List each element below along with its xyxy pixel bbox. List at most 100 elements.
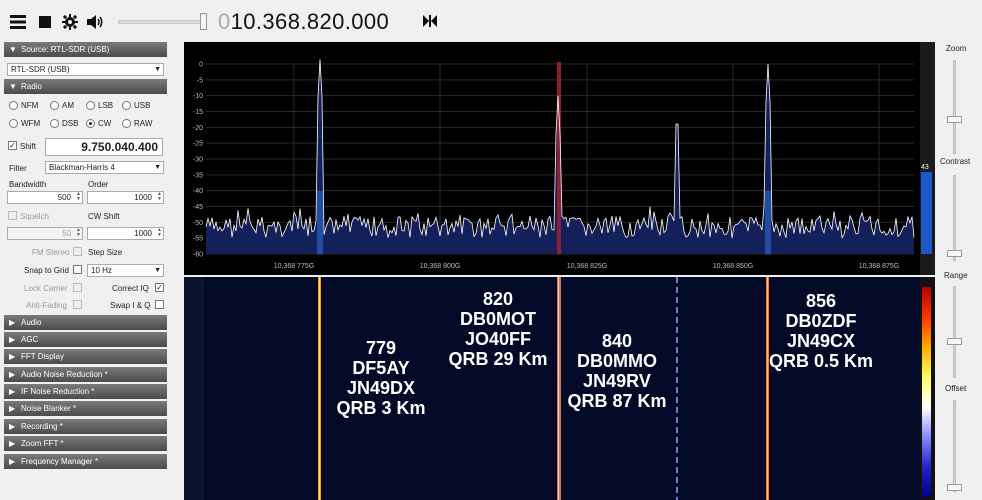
mode-wfm-radio[interactable]: WFM: [9, 119, 40, 128]
spectrum-x-tick: 10,368 875G: [859, 263, 899, 270]
order-input[interactable]: 1000 ▲ ▼: [87, 191, 164, 204]
zoom-label: Zoom: [946, 44, 967, 53]
source-section-header[interactable]: ▼ Source: RTL-SDR (USB): [4, 42, 167, 57]
mode-am-radio[interactable]: AM: [50, 101, 74, 110]
swap-icon[interactable]: [423, 14, 437, 30]
fm-stereo-label: FM Stereo: [32, 248, 70, 257]
snap-to-grid-label: Snap to Grid: [24, 266, 69, 275]
waterfall-color-gradient: [922, 287, 931, 497]
mode-cw-radio[interactable]: CW: [86, 119, 111, 128]
range-label: Range: [944, 271, 968, 280]
spectrum-y-tick: -35: [193, 172, 203, 179]
mode-lsb-radio[interactable]: LSB: [86, 101, 113, 110]
agc-section-header[interactable]: ▶ AGC: [4, 332, 167, 347]
spectrum-y-tick: -5: [197, 77, 203, 84]
step-size-label: Step Size: [88, 248, 123, 257]
spectrum-y-tick: -20: [193, 125, 203, 132]
range-slider-track[interactable]: [953, 286, 956, 378]
spectrum-x-tick: 10,368 825G: [567, 263, 607, 270]
spectrum-peak-glow: [765, 190, 771, 254]
fft-display-section-header[interactable]: ▶ FFT Display: [4, 349, 167, 364]
contrast-slider-thumb[interactable]: [947, 250, 962, 257]
spectrum-y-tick: -30: [193, 157, 203, 164]
waterfall-trace-779-core: [319, 277, 320, 500]
offset-slider-track[interactable]: [953, 400, 956, 492]
fm-stereo-checkbox[interactable]: [73, 247, 82, 256]
bandwidth-input[interactable]: 500 ▲ ▼: [7, 191, 83, 204]
hamburger-menu-icon[interactable]: [8, 12, 28, 32]
spectrum-y-tick: -60: [193, 252, 203, 259]
swap-iq-checkbox[interactable]: [155, 300, 164, 309]
spectrum-y-tick: -50: [193, 220, 203, 227]
offset-slider-thumb[interactable]: [947, 484, 962, 491]
source-device-select[interactable]: RTL-SDR (USB) ▼: [7, 63, 164, 76]
contrast-label: Contrast: [940, 157, 971, 166]
contrast-slider-track[interactable]: [953, 175, 956, 261]
squelch-label: Squelch: [20, 212, 49, 221]
shift-checkbox[interactable]: ✓: [8, 141, 17, 150]
shift-label: Shift: [20, 142, 37, 151]
anti-fading-label: Anti-Fading: [26, 301, 67, 310]
mode-raw-radio[interactable]: RAW: [122, 119, 152, 128]
cw-shift-input[interactable]: 1000 ▲ ▼: [87, 227, 164, 240]
lock-carrier-label: Lock Carrier: [24, 284, 68, 293]
toolbar: 010.368.820.000: [0, 0, 982, 42]
correct-iq-label: Correct IQ: [112, 284, 149, 293]
zoom-slider-thumb[interactable]: [947, 116, 962, 123]
gear-icon[interactable]: [60, 12, 80, 32]
anti-fading-checkbox[interactable]: [73, 300, 82, 309]
bandwidth-label: Bandwidth: [9, 180, 47, 189]
radio-section-header[interactable]: ▼ Radio: [4, 79, 167, 94]
mode-dsb-radio[interactable]: DSB: [50, 119, 78, 128]
range-slider-thumb[interactable]: [947, 338, 962, 345]
snap-to-grid-checkbox[interactable]: [73, 265, 82, 274]
level-meter-value: 43: [921, 164, 929, 171]
order-label: Order: [88, 180, 109, 189]
correct-iq-checkbox[interactable]: ✓: [155, 283, 164, 292]
spectrum-x-tick: 10,368 850G: [713, 263, 753, 270]
mode-nfm-radio[interactable]: NFM: [9, 101, 38, 110]
spectrum-peak-glow: [317, 190, 323, 254]
frequency-display[interactable]: 010.368.820.000: [218, 9, 389, 35]
filter-select[interactable]: Blackman-Harris 4 ▼: [45, 161, 164, 174]
spectrum-x-tick: 10,368 800G: [420, 263, 460, 270]
audio-section-header[interactable]: ▶ Audio: [4, 315, 167, 330]
level-meter-fill: [921, 172, 932, 254]
frequency-manager-section-header[interactable]: ▶ Frequency Manager *: [4, 454, 167, 469]
waterfall-annotation-840: 840 DB0MMO JN49RV QRB 87 Km: [567, 331, 667, 411]
step-size-select[interactable]: 10 Hz ▼: [87, 264, 164, 277]
spectrum-y-tick: -40: [193, 188, 203, 195]
waterfall-annotation-820: 820 DB0MOT JO40FF QRB 29 Km: [448, 289, 548, 369]
offset-label: Offset: [945, 384, 967, 393]
squelch-checkbox[interactable]: [8, 211, 17, 220]
spectrum-y-tick: -45: [193, 204, 203, 211]
squelch-input[interactable]: 50 ▲ ▼: [7, 227, 83, 240]
spectrum-y-tick: 0: [199, 62, 203, 69]
zoom-fft-section-header[interactable]: ▶ Zoom FFT *: [4, 436, 167, 451]
waterfall-annotation-856: 856 DB0ZDF JN49CX QRB 0.5 Km: [768, 291, 874, 371]
recording-section-header[interactable]: ▶ Recording *: [4, 419, 167, 434]
spectrum-y-tick: -10: [193, 93, 203, 100]
spectrum-plot: 0 -5 -10 -15 -20 -25 -30 -35 -40 -45 -50 -55 -60 10,3…: [193, 59, 915, 270]
spectrum-y-tick: -25: [193, 141, 203, 148]
lock-carrier-checkbox[interactable]: [73, 283, 82, 292]
zoom-slider-track[interactable]: [953, 60, 956, 154]
speaker-icon[interactable]: [86, 12, 106, 32]
mode-usb-radio[interactable]: USB: [122, 101, 150, 110]
audio-noise-reduction-section-header[interactable]: ▶ Audio Noise Reduction *: [4, 367, 167, 382]
shift-frequency-input[interactable]: 9.750.040.400: [45, 138, 163, 156]
spectrum-y-tick: -15: [193, 109, 203, 116]
volume-slider-thumb[interactable]: [200, 13, 207, 30]
volume-slider-track[interactable]: [118, 20, 206, 24]
filter-label: Filter: [9, 164, 27, 173]
spectrum-x-tick: 10,368 775G: [274, 263, 314, 270]
stop-icon[interactable]: [35, 12, 55, 32]
waterfall-display[interactable]: 779 DF5AY JN49DX QRB 3 Km 820 DB0MOT JO4…: [184, 277, 920, 500]
if-noise-reduction-section-header[interactable]: ▶ IF Noise Reduction *: [4, 384, 167, 399]
swap-iq-label: Swap I & Q: [110, 301, 151, 310]
waterfall-annotation-779: 779 DF5AY JN49DX QRB 3 Km: [336, 338, 426, 418]
spectrum-y-tick: -55: [193, 236, 203, 243]
cw-shift-label: CW Shift: [88, 212, 120, 221]
noise-blanker-section-header[interactable]: ▶ Noise Blanker *: [4, 401, 167, 416]
spectrum-display[interactable]: 0 -5 -10 -15 -20 -25 -30 -35 -40 -45 -50 -55 -60 10,3…: [184, 42, 920, 275]
